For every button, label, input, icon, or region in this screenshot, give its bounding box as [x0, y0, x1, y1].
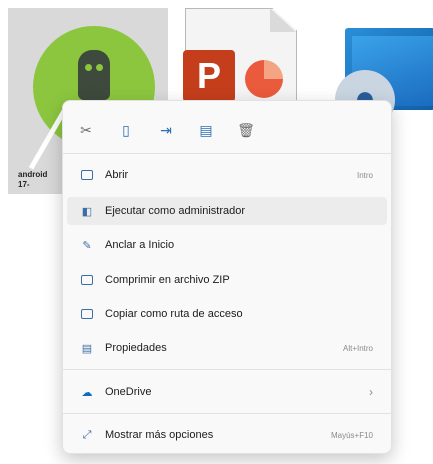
menu-separator — [63, 153, 391, 154]
quick-action-bar: ✂ ▯ ⇥ ▤ 🗑 — [75, 119, 257, 141]
menu-item-copy-path[interactable]: Copiar como ruta de acceso — [67, 300, 387, 328]
more-options-icon: ⤢ — [82, 428, 92, 441]
scissors-icon[interactable]: ✂ — [75, 119, 97, 141]
pin-icon: ✎ — [82, 239, 92, 252]
chevron-right-icon: › — [369, 385, 373, 399]
menu-item-show-more-options[interactable]: ⤢ Mostrar más opciones Mayús+F10 — [67, 421, 387, 449]
menu-item-run-as-admin[interactable]: ◧ Ejecutar como administrador — [67, 197, 387, 225]
menu-item-pin-to-start[interactable]: ✎ Anclar a Inicio — [67, 231, 387, 259]
open-icon — [79, 167, 95, 183]
zip-folder-icon — [79, 272, 95, 288]
menu-separator — [63, 413, 391, 414]
copy-path-icon — [79, 306, 95, 322]
context-menu: ✂ ▯ ⇥ ▤ 🗑 Abrir Intro ◧ Ejecutar como ad… — [62, 100, 392, 454]
trash-icon[interactable]: 🗑 — [235, 119, 257, 141]
menu-item-onedrive[interactable]: ☁ OneDrive › — [67, 378, 387, 406]
properties-icon: ▤ — [81, 342, 93, 355]
share-icon[interactable]: ⇥ — [155, 119, 177, 141]
pie-graphic-icon — [245, 60, 283, 98]
menu-item-compress-zip[interactable]: Comprimir en archivo ZIP — [67, 266, 387, 294]
menu-item-open[interactable]: Abrir Intro — [67, 161, 387, 189]
menu-item-properties[interactable]: ▤ Propiedades Alt+Intro — [67, 334, 387, 362]
copy-icon[interactable]: ▯ — [115, 119, 137, 141]
shield-icon: ◧ — [81, 205, 93, 218]
powerpoint-badge-icon: P — [183, 50, 235, 102]
rename-icon[interactable]: ▤ — [195, 119, 217, 141]
cloud-icon: ☁ — [81, 386, 93, 399]
menu-separator — [63, 369, 391, 370]
